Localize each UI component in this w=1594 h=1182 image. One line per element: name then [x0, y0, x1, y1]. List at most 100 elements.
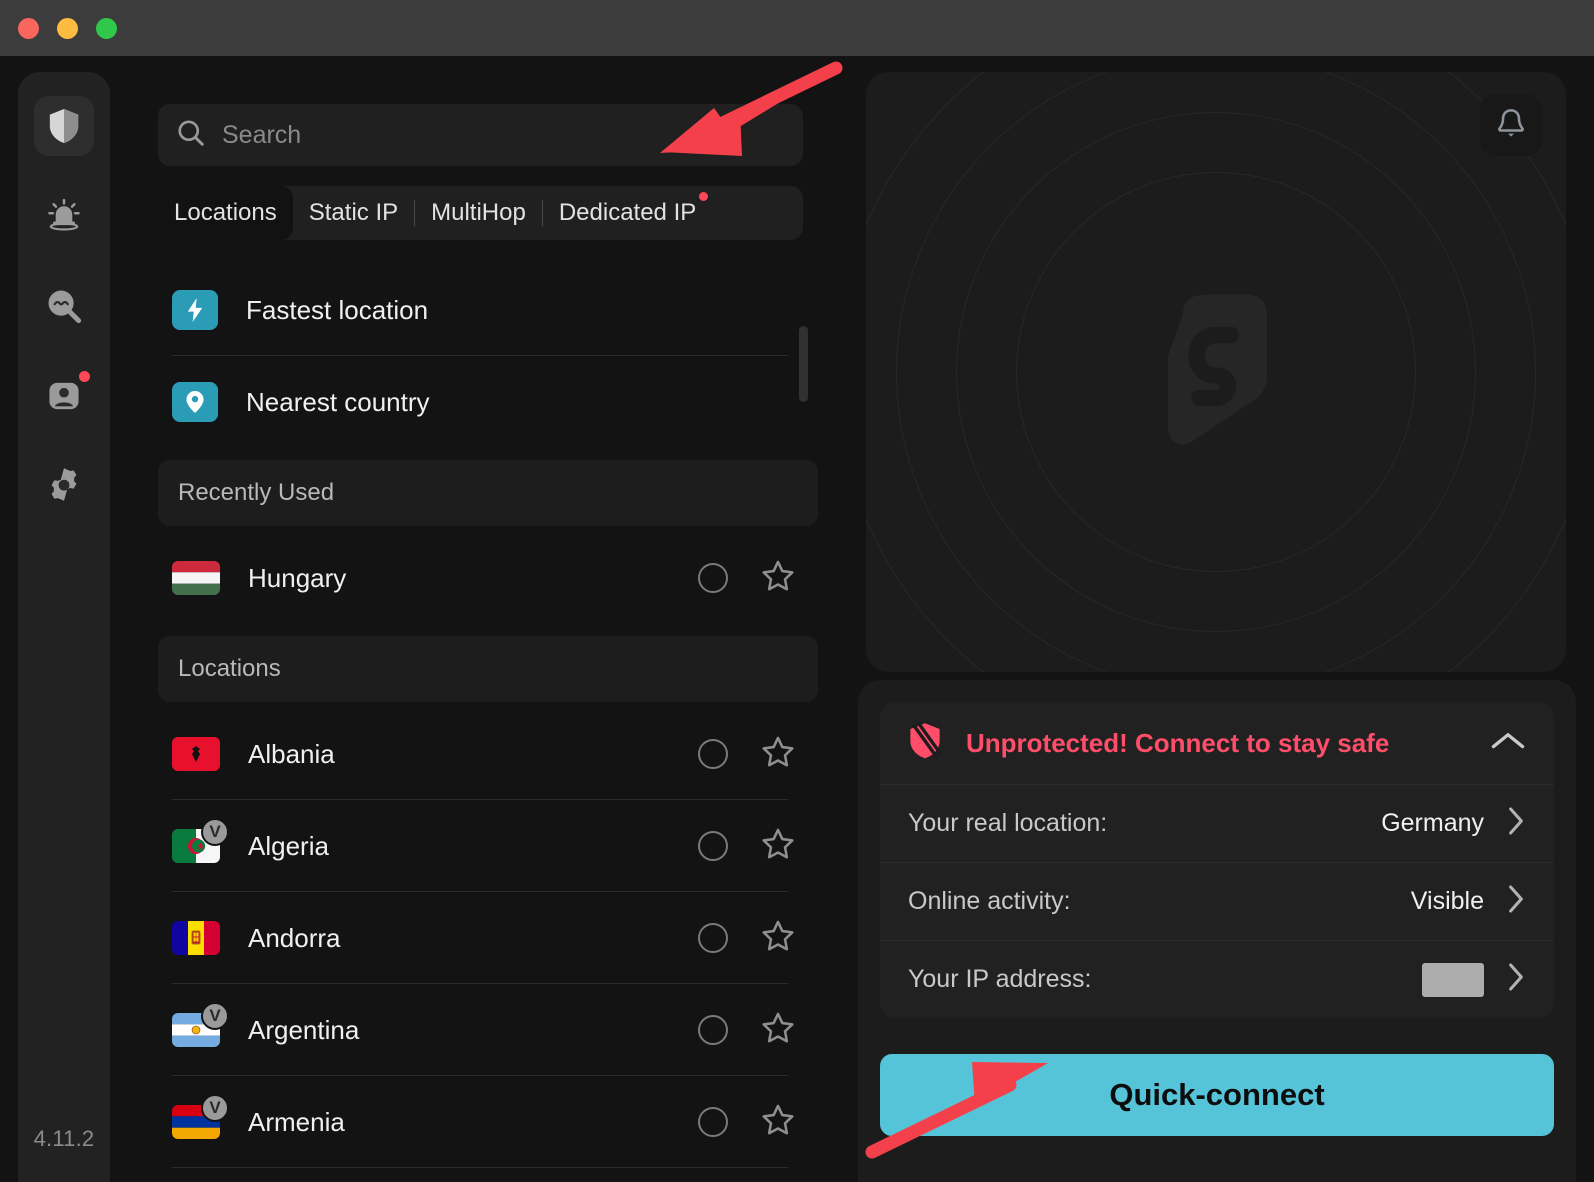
shield-icon [47, 107, 81, 145]
list-item-country[interactable]: V Argentina [158, 984, 818, 1076]
notifications-button[interactable] [1480, 94, 1542, 156]
list-item-fastest-location[interactable]: Fastest location [158, 264, 818, 356]
sidebar-item-vpn[interactable] [34, 96, 94, 156]
tab-label: Static IP [308, 199, 399, 226]
virtual-server-badge: V [201, 818, 229, 846]
country-name: Algeria [248, 830, 329, 861]
chevron-right-icon [1506, 883, 1526, 920]
list-item-country[interactable]: Albania [158, 708, 818, 800]
star-icon[interactable] [760, 1010, 796, 1051]
surfshark-logo-icon [1141, 290, 1291, 455]
list-item-country[interactable]: Hungary [158, 532, 818, 624]
incognito-search-icon [45, 287, 83, 325]
list-item-nearest-country[interactable]: Nearest country [158, 356, 818, 448]
redacted-ip-value [1422, 962, 1484, 997]
window-controls [18, 18, 117, 39]
star-icon[interactable] [760, 558, 796, 599]
list-item-country[interactable]: V Algeria [158, 800, 818, 892]
country-name: Hungary [248, 562, 347, 593]
status-row-label: Online activity: [908, 887, 1071, 915]
list-item-label: Nearest country [246, 386, 430, 417]
country-name: Armenia [248, 1106, 345, 1137]
select-server-circle-icon[interactable] [698, 923, 728, 953]
flag-argentina: V [172, 1002, 229, 1047]
tab-multihop[interactable]: MultiHop [415, 186, 542, 240]
group-header-recently-used: Recently Used [158, 460, 818, 526]
locations-scrollbar[interactable] [799, 326, 808, 402]
search-input[interactable] [222, 120, 785, 150]
search-icon [176, 118, 206, 153]
minimize-window-button[interactable] [57, 18, 78, 39]
profile-icon [46, 378, 82, 414]
status-header[interactable]: Unprotected! Connect to stay safe [880, 702, 1554, 784]
select-server-circle-icon[interactable] [698, 831, 728, 861]
select-server-circle-icon[interactable] [698, 563, 728, 593]
sidebar-item-alert[interactable] [34, 186, 94, 246]
sidebar-item-search-privacy[interactable] [34, 276, 94, 336]
sidebar-item-account[interactable] [34, 366, 94, 426]
list-item-country[interactable]: V Armenia [158, 1076, 818, 1168]
account-notification-badge [79, 371, 90, 382]
row-divider [172, 1167, 788, 1168]
star-icon[interactable] [760, 918, 796, 959]
locations-panel: Locations Static IP MultiHop Dedicated I… [130, 72, 830, 1182]
star-icon[interactable] [760, 1102, 796, 1143]
alert-siren-icon [46, 198, 82, 234]
map-pin-icon [172, 382, 218, 422]
star-icon[interactable] [760, 826, 796, 867]
nav-sidebar: 4.11.2 [18, 72, 110, 1182]
status-row-ip-address[interactable]: Your IP address: [880, 940, 1554, 1018]
list-item-country[interactable]: Andorra [158, 892, 818, 984]
select-server-circle-icon[interactable] [698, 1107, 728, 1137]
status-row-label: Your IP address: [908, 965, 1092, 993]
virtual-server-badge: V [201, 1094, 229, 1122]
tab-dedicated-ip[interactable]: Dedicated IP [543, 186, 712, 240]
search-bar[interactable] [158, 104, 803, 166]
flag-albania [172, 737, 220, 771]
map-card [866, 72, 1566, 672]
gear-icon [45, 467, 83, 505]
flag-armenia: V [172, 1094, 229, 1139]
dedicated-ip-badge [699, 192, 709, 201]
country-name: Argentina [248, 1014, 360, 1045]
country-name: Andorra [248, 922, 341, 953]
flag-andorra [172, 921, 220, 955]
tab-label: Dedicated IP [558, 199, 697, 226]
sidebar-item-settings[interactable] [34, 456, 94, 516]
tab-static-ip[interactable]: Static IP [293, 186, 414, 240]
status-row-value: Germany [1381, 809, 1484, 837]
select-server-circle-icon[interactable] [698, 739, 728, 769]
connection-status-card: Unprotected! Connect to stay safe Your r… [858, 680, 1576, 1182]
chevron-right-icon [1506, 961, 1526, 998]
close-window-button[interactable] [18, 18, 39, 39]
lightning-icon [172, 290, 218, 330]
quick-connect-button[interactable]: Quick-connect [880, 1054, 1554, 1136]
select-server-circle-icon[interactable] [698, 1015, 728, 1045]
window-titlebar [0, 0, 1594, 56]
surfshark-app-window: 4.11.2 Locations Static IP MultiHop [0, 0, 1594, 1182]
star-icon[interactable] [760, 734, 796, 775]
country-name: Albania [248, 738, 335, 769]
chevron-up-icon[interactable] [1490, 729, 1526, 758]
shield-off-icon [908, 721, 944, 766]
status-row-value: Visible [1410, 887, 1484, 915]
virtual-server-badge: V [201, 1002, 229, 1030]
tab-label: MultiHop [431, 199, 526, 226]
status-row-online-activity[interactable]: Online activity: Visible [880, 862, 1554, 940]
chevron-right-icon [1506, 805, 1526, 842]
locations-list[interactable]: Fastest location Nearest country Recentl… [158, 264, 818, 1182]
status-row-real-location[interactable]: Your real location: Germany [880, 784, 1554, 862]
flag-hungary [172, 561, 220, 595]
tab-locations[interactable]: Locations [158, 186, 293, 240]
group-header-locations: Locations [158, 636, 818, 702]
status-title: Unprotected! Connect to stay safe [966, 727, 1390, 758]
app-version-label: 4.11.2 [33, 1126, 95, 1151]
bell-icon [1496, 107, 1526, 144]
status-details-box: Unprotected! Connect to stay safe Your r… [880, 702, 1554, 1018]
tab-label: Locations [174, 199, 277, 226]
maximize-window-button[interactable] [96, 18, 117, 39]
location-tabs: Locations Static IP MultiHop Dedicated I… [158, 186, 803, 240]
flag-algeria: V [172, 818, 229, 863]
list-item-label: Fastest location [246, 294, 429, 325]
status-row-label: Your real location: [908, 809, 1108, 837]
